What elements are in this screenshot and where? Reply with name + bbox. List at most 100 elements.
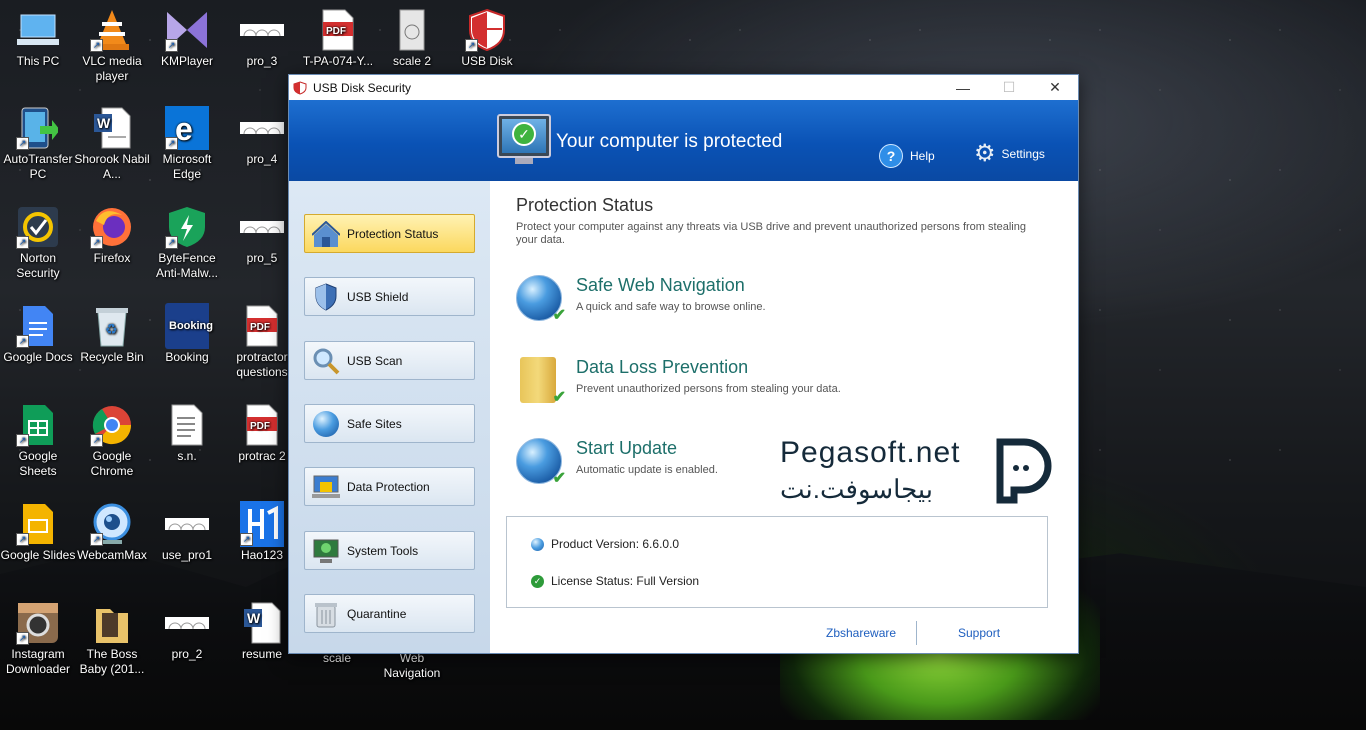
shortcut-arrow-icon: ↗ [16, 137, 29, 150]
pegasoft-watermark: Pegasoft.net بيجاسوفت.نت [780, 436, 1070, 516]
image-file-icon [240, 205, 284, 249]
page-title: Protection Status [516, 195, 654, 215]
shortcut-arrow-icon: ↗ [165, 39, 178, 52]
kmplayer-icon: ↗ [165, 8, 209, 52]
desktop-icon-label: Norton Security [16, 251, 60, 280]
desktop-icon-this-pc[interactable]: This PC [0, 8, 76, 69]
desktop-icon-scale-2[interactable]: scale 2 [374, 8, 450, 69]
desktop-icon-label: WebcamMax [77, 548, 147, 562]
nav-usb-shield[interactable]: USB Shield [304, 277, 475, 316]
desktop-icon-sn[interactable]: s.n. [149, 403, 225, 464]
protected-monitor-icon: ✓ [497, 114, 551, 164]
svg-text:W: W [97, 115, 111, 131]
desktop-icon-label: VLC media player [82, 54, 142, 83]
google-docs-icon: ↗ [16, 304, 60, 348]
pdf-icon-text: PDF [250, 322, 270, 333]
status-header: ✓ Your computer is protected ? Help ⚙ Se… [289, 100, 1078, 181]
desktop-icon-google-sheets[interactable]: ↗ Google Sheets [0, 403, 76, 479]
tablet-transfer-icon: ↗ [16, 106, 60, 150]
nav-system-tools[interactable]: System Tools [304, 531, 475, 570]
nav-label: Quarantine [347, 606, 407, 621]
usb-disk-shield-icon: ↗ [465, 8, 509, 52]
maximize-button[interactable]: ☐ [986, 75, 1032, 100]
shortcut-arrow-icon: ↗ [240, 533, 253, 546]
close-button[interactable]: ✕ [1032, 75, 1078, 100]
shortcut-arrow-icon: ↗ [16, 632, 29, 645]
desktop-icon-label: Microsoft Edge [162, 152, 212, 181]
page-description: Protect your computer against any threat… [516, 221, 1026, 246]
nav-data-protection[interactable]: Data Protection [304, 467, 475, 506]
shield-icon [311, 282, 341, 312]
settings-label: Settings [1001, 147, 1045, 161]
data-protection-icon [311, 472, 341, 502]
product-version-row: Product Version: 6.6.0.0 [531, 537, 679, 551]
desktop-icon-firefox[interactable]: ↗ Firefox [74, 205, 150, 266]
desktop-icon-kmplayer[interactable]: ↗ KMPlayer [149, 8, 225, 69]
chrome-icon: ↗ [90, 403, 134, 447]
nav-protection-status[interactable]: Protection Status [304, 214, 475, 253]
help-label: Help [910, 149, 935, 163]
desktop-icon-bytefence[interactable]: ↗ ByteFence Anti-Malw... [149, 205, 225, 281]
desktop-icon-label: KMPlayer [160, 54, 213, 68]
desktop-icon-pro-2[interactable]: pro_2 [149, 601, 225, 662]
desktop-icon-label: Google Chrome [90, 449, 134, 478]
vlc-cone-icon: ↗ [90, 8, 134, 52]
desktop-icon-label: Google Sheets [18, 449, 58, 478]
settings-button[interactable]: ⚙ Settings [974, 140, 1045, 167]
nav-quarantine[interactable]: Quarantine [304, 594, 475, 633]
desktop-icon-norton[interactable]: ↗ Norton Security [0, 205, 76, 281]
monitor-tools-icon [311, 536, 341, 566]
sidebar: Protection Status USB Shield USB Scan Sa… [289, 181, 490, 653]
pdf-icon-text: PDF [326, 26, 346, 37]
desktop-icon-label: pro_3 [246, 54, 278, 68]
nav-usb-scan[interactable]: USB Scan [304, 341, 475, 380]
desktop-icon-instagram-downloader[interactable]: ↗ Instagram Downloader [0, 601, 76, 677]
desktop-icon-label: scale 2 [392, 54, 432, 68]
desktop-icon-google-slides[interactable]: ↗ Google Slides [0, 502, 76, 563]
google-sheets-icon: ↗ [16, 403, 60, 447]
desktop-icon-label: The Boss Baby (201... [79, 647, 145, 676]
shortcut-arrow-icon: ↗ [465, 39, 478, 52]
desktop-icon-usb-disk[interactable]: ↗ USB Disk [449, 8, 525, 69]
desktop-icon-label: Instagram Downloader [5, 647, 71, 676]
link-separator [916, 621, 917, 645]
folder-check-icon: ✔ [516, 357, 566, 406]
desktop-icon-pro-3[interactable]: pro_3 [224, 8, 300, 69]
desktop-icon-vlc[interactable]: ↗ VLC media player [74, 8, 150, 84]
nav-label: USB Shield [347, 289, 409, 304]
desktop-icon-web-navigation[interactable]: Web Navigation [374, 651, 450, 681]
desktop-icon-booking[interactable]: Booking Booking [149, 303, 225, 365]
desktop-icon-use-pro1[interactable]: use_pro1 [149, 502, 225, 563]
pdf-file-icon: PDF [240, 403, 284, 447]
shortcut-arrow-icon: ↗ [90, 533, 103, 546]
booking-icon: Booking [165, 303, 213, 349]
image-file-icon [165, 502, 209, 546]
shortcut-arrow-icon: ↗ [16, 335, 29, 348]
help-button[interactable]: ? Help [879, 144, 935, 168]
desktop-icon-recycle-bin[interactable]: ♻ Recycle Bin [74, 304, 150, 365]
feature-data-loss-prevention[interactable]: ✔ Data Loss Prevention Prevent unauthori… [516, 357, 1056, 417]
recycle-bin-icon: ♻ [90, 304, 134, 348]
title-bar[interactable]: USB Disk Security — ☐ ✕ [289, 75, 1078, 100]
image-file-icon [240, 8, 284, 52]
desktop-icon-webcammax[interactable]: ↗ WebcamMax [74, 502, 150, 563]
desktop-icon-label: Booking [165, 350, 209, 364]
desktop-icon-google-docs[interactable]: ↗ Google Docs [0, 304, 76, 365]
desktop-icon-label: Shorook Nabil A... [74, 152, 150, 181]
desktop-icon-autotransfer[interactable]: ↗ AutoTransfer PC [0, 106, 76, 182]
minimize-button[interactable]: — [940, 75, 986, 100]
desktop-icon-word-doc[interactable]: W Shorook Nabil A... [74, 106, 150, 182]
nav-safe-sites[interactable]: Safe Sites [304, 404, 475, 443]
svg-text:W: W [247, 610, 261, 626]
gear-icon: ⚙ [974, 140, 996, 167]
desktop-icon-chrome[interactable]: ↗ Google Chrome [74, 403, 150, 479]
desktop-icon-edge[interactable]: e ↗ Microsoft Edge [149, 106, 225, 182]
support-link[interactable]: Support [958, 626, 1000, 640]
desktop-icon-boss-baby[interactable]: The Boss Baby (201... [74, 601, 150, 677]
desktop-icon-t-pa-074[interactable]: PDF T-PA-074-Y... [300, 8, 376, 69]
folder-icon [90, 601, 134, 645]
desktop-icon-label: This PC [16, 54, 60, 68]
image-file-icon [240, 106, 284, 150]
zbshareware-link[interactable]: Zbshareware [826, 626, 896, 640]
feature-safe-web-navigation[interactable]: ✔ Safe Web Navigation A quick and safe w… [516, 275, 1056, 335]
